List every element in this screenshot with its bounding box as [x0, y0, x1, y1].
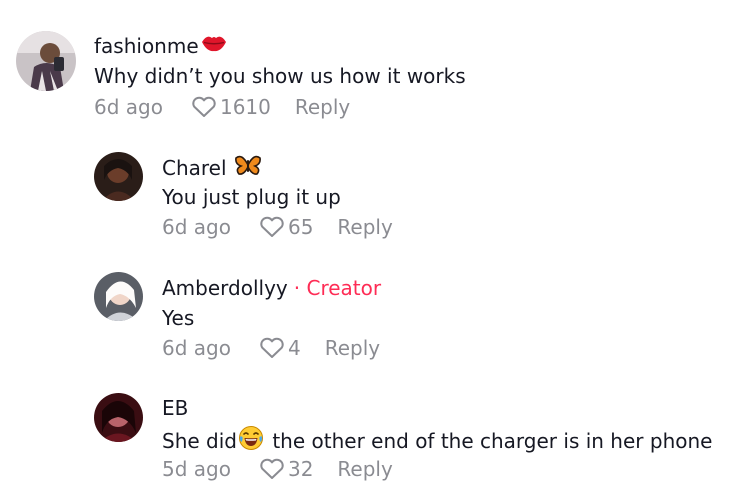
comment-timestamp: 5d ago	[162, 457, 231, 481]
lips-icon	[201, 33, 227, 59]
like-count: 1610	[219, 95, 271, 119]
reply-button[interactable]: Reply	[325, 335, 380, 361]
laughing-emoji-icon	[238, 425, 264, 457]
comment-item: fashionme Why didn’t you show us how it …	[0, 0, 734, 130]
like-button[interactable]: 4	[259, 335, 301, 361]
reply-item: EB She did the other end of the charger …	[0, 372, 734, 494]
avatar[interactable]	[16, 31, 76, 91]
comment-text: Why didn’t you show us how it works	[94, 64, 466, 88]
like-button[interactable]: 1610	[191, 94, 271, 120]
creator-badge: · Creator	[293, 276, 382, 300]
avatar[interactable]	[94, 152, 143, 201]
like-count: 65	[287, 215, 314, 239]
avatar[interactable]	[94, 393, 143, 442]
comment-text-part: the other end of the charger is in her p…	[265, 429, 713, 453]
reply-button[interactable]: Reply	[337, 456, 392, 482]
comment-timestamp: 6d ago	[162, 336, 231, 360]
comment-text: You just plug it up	[162, 185, 341, 209]
comment-meta: 6d ago 65 Reply	[162, 214, 393, 240]
comment-username[interactable]: EB	[162, 395, 188, 421]
comment-meta: 5d ago 32 Reply	[162, 456, 393, 482]
reply-item: Charel You just plug it up 6d ago 65 Rep…	[0, 130, 734, 250]
comment-username[interactable]: Amberdollyy · Creator	[162, 275, 381, 301]
reply-item: Amberdollyy · Creator Yes 6d ago 4 Reply	[0, 250, 734, 372]
comment-timestamp: 6d ago	[94, 95, 163, 119]
username-text: Amberdollyy	[162, 276, 288, 300]
like-count: 32	[287, 457, 314, 481]
avatar[interactable]	[94, 272, 143, 321]
reply-button[interactable]: Reply	[337, 214, 392, 240]
heart-icon	[260, 337, 284, 358]
username-text: Charel	[162, 156, 227, 180]
butterfly-icon	[234, 154, 261, 182]
like-button[interactable]: 32	[259, 456, 313, 482]
heart-icon	[192, 96, 216, 117]
comment-text: Yes	[162, 306, 195, 330]
comment-meta: 6d ago 4 Reply	[162, 335, 380, 361]
like-button[interactable]: 65	[259, 214, 313, 240]
username-text: EB	[162, 396, 189, 420]
comment-username[interactable]: Charel	[162, 154, 261, 182]
like-count: 4	[287, 336, 301, 360]
heart-icon	[260, 458, 284, 479]
comment-username[interactable]: fashionme	[94, 33, 227, 59]
reply-button[interactable]: Reply	[295, 94, 350, 120]
comment-meta: 6d ago 1610 Reply	[94, 94, 350, 120]
username-text: fashionme	[94, 34, 199, 58]
comment-text: She did the other end of the charger is …	[162, 425, 712, 457]
heart-icon	[260, 216, 284, 237]
comment-timestamp: 6d ago	[162, 215, 231, 239]
comment-text-part: She did	[162, 429, 237, 453]
